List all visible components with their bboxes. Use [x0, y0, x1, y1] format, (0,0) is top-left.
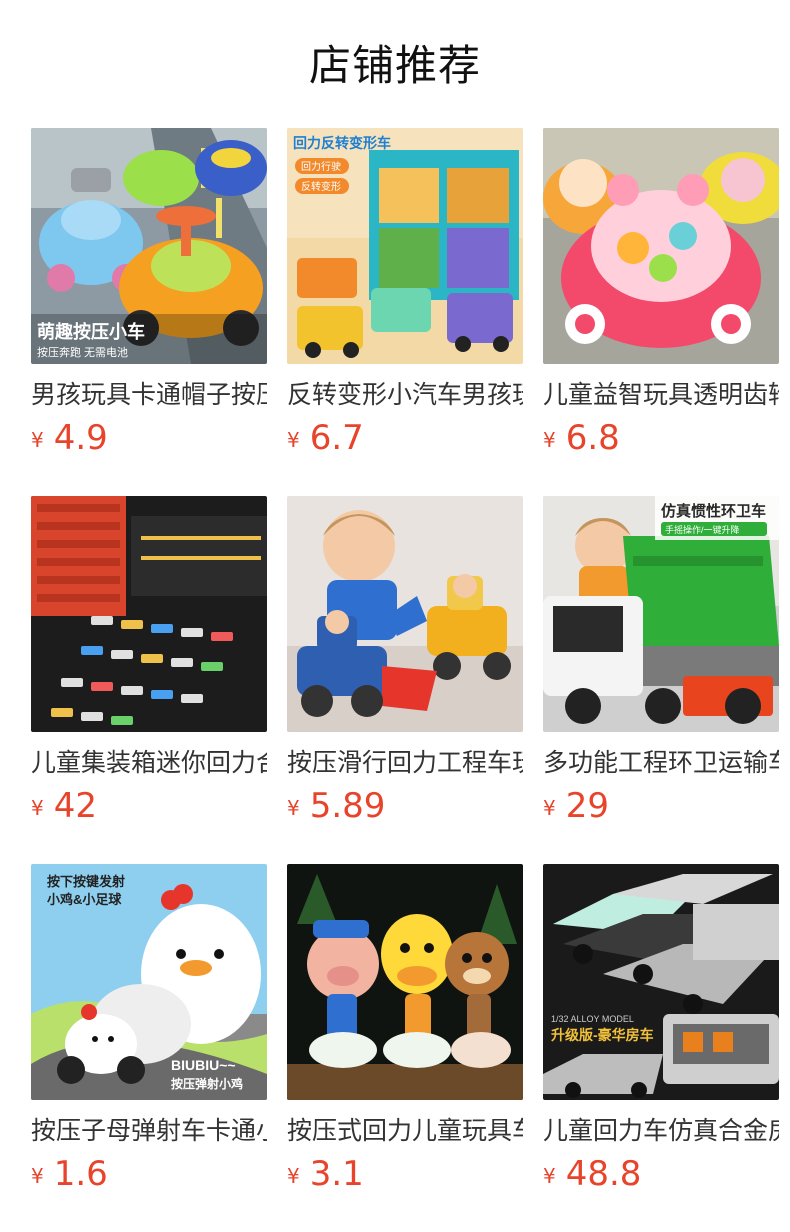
product-price: ¥5.89 [287, 786, 523, 832]
rv-trailer-image[interactable]: 1/32 ALLOY MODEL 升级版-豪华房车 [543, 864, 779, 1100]
garbage-truck-image[interactable]: 仿真惯性环卫车 手摇操作/一键升降 [543, 496, 779, 732]
product-name[interactable]: 多功能工程环卫运输车玩具 [543, 746, 779, 780]
price-value: 4.9 [53, 418, 108, 458]
currency-symbol: ¥ [543, 796, 556, 820]
currency-symbol: ¥ [287, 796, 300, 820]
svg-text:反转变形: 反转变形 [301, 180, 341, 193]
svg-text:1/32 ALLOY MODEL: 1/32 ALLOY MODEL [551, 1014, 634, 1024]
price-value: 3.1 [309, 1154, 364, 1194]
animal-scooter-image[interactable] [287, 864, 523, 1100]
product-grid: 萌趣按压小车 按压奔跑 无需电池 男孩玩具卡通帽子按压小车 ¥4.9 [31, 128, 779, 1232]
price-value: 6.7 [309, 418, 364, 458]
currency-symbol: ¥ [31, 428, 44, 452]
product-card[interactable]: 按压式回力儿童玩具车 ¥3.1 [287, 864, 523, 1232]
chicken-launcher-image[interactable]: 按下按键发射 小鸡&小足球 BIUBIU~~ 按压弹射小鸡 [31, 864, 267, 1100]
product-price: ¥4.9 [31, 418, 267, 464]
svg-text:回力行驶: 回力行驶 [301, 160, 341, 173]
product-price: ¥48.8 [543, 1154, 779, 1200]
product-name[interactable]: 儿童回力车仿真合金房车 [543, 1114, 779, 1148]
transforming-car-image[interactable]: 回力反转变形车 回力行驶 反转变形 [287, 128, 523, 364]
gear-car-image[interactable] [543, 128, 779, 364]
product-card[interactable]: 按压滑行回力工程车玩具 ¥5.89 [287, 496, 523, 864]
svg-text:小鸡&小足球: 小鸡&小足球 [47, 892, 122, 907]
product-name[interactable]: 儿童益智玩具透明齿轮车 [543, 378, 779, 412]
product-price: ¥6.7 [287, 418, 523, 464]
svg-text:按压奔跑 无需电池: 按压奔跑 无需电池 [37, 345, 128, 359]
container-truck-image[interactable] [31, 496, 267, 732]
currency-symbol: ¥ [31, 1164, 44, 1188]
currency-symbol: ¥ [543, 1164, 556, 1188]
svg-text:仿真惯性环卫车: 仿真惯性环卫车 [661, 502, 766, 520]
product-card[interactable]: 萌趣按压小车 按压奔跑 无需电池 男孩玩具卡通帽子按压小车 ¥4.9 [31, 128, 267, 496]
product-name[interactable]: 按压式回力儿童玩具车 [287, 1114, 523, 1148]
product-name[interactable]: 男孩玩具卡通帽子按压小车 [31, 378, 267, 412]
product-price: ¥3.1 [287, 1154, 523, 1200]
svg-text:BIUBIU~~: BIUBIU~~ [171, 1057, 236, 1073]
product-price: ¥1.6 [31, 1154, 267, 1200]
excavator-toy-image[interactable] [287, 496, 523, 732]
svg-text:按压弹射小鸡: 按压弹射小鸡 [171, 1076, 243, 1091]
price-value: 42 [53, 786, 97, 826]
svg-text:手摇操作/一键升降: 手摇操作/一键升降 [665, 524, 740, 535]
section-title: 店铺推荐 [308, 41, 481, 90]
svg-text:升级版-豪华房车: 升级版-豪华房车 [551, 1027, 654, 1043]
product-card[interactable]: 1/32 ALLOY MODEL 升级版-豪华房车 儿童回力车仿真合金房车 ¥4… [543, 864, 779, 1232]
product-name[interactable]: 按压子母弹射车卡通小鸡 [31, 1114, 267, 1148]
price-value: 48.8 [565, 1154, 642, 1194]
currency-symbol: ¥ [287, 428, 300, 452]
svg-text:萌趣按压小车: 萌趣按压小车 [37, 321, 145, 342]
price-value: 6.8 [565, 418, 620, 458]
product-card[interactable]: 按下按键发射 小鸡&小足球 BIUBIU~~ 按压弹射小鸡 按压子母弹射车卡通小… [31, 864, 267, 1232]
product-card[interactable]: 儿童集装箱迷你回力合金车 ¥42 [31, 496, 267, 864]
currency-symbol: ¥ [543, 428, 556, 452]
price-value: 1.6 [53, 1154, 108, 1194]
product-name[interactable]: 按压滑行回力工程车玩具 [287, 746, 523, 780]
product-price: ¥6.8 [543, 418, 779, 464]
product-card[interactable]: 回力反转变形车 回力行驶 反转变形 反转变形小汽车男孩玩具 ¥6.7 [287, 128, 523, 496]
product-price: ¥42 [31, 786, 267, 832]
toy-car-hat-image[interactable]: 萌趣按压小车 按压奔跑 无需电池 [31, 128, 267, 364]
store-recommendations-page: 店铺推荐 萌趣按压小车 按压奔跑 无需电池 男孩玩具卡通帽子按 ¥ 4.9 回力… [0, 0, 790, 1232]
product-price: ¥29 [543, 786, 779, 832]
product-name[interactable]: 儿童集装箱迷你回力合金车 [31, 746, 267, 780]
product-card[interactable]: 儿童益智玩具透明齿轮车 ¥6.8 [543, 128, 779, 496]
product-name[interactable]: 反转变形小汽车男孩玩具 [287, 378, 523, 412]
svg-text:回力反转变形车: 回力反转变形车 [293, 135, 391, 151]
svg-text:按下按键发射: 按下按键发射 [47, 874, 125, 889]
product-card[interactable]: 仿真惯性环卫车 手摇操作/一键升降 多功能工程环卫运输车玩具 ¥29 [543, 496, 779, 864]
currency-symbol: ¥ [287, 1164, 300, 1188]
currency-symbol: ¥ [31, 796, 44, 820]
price-value: 29 [565, 786, 609, 826]
price-value: 5.89 [309, 786, 386, 826]
